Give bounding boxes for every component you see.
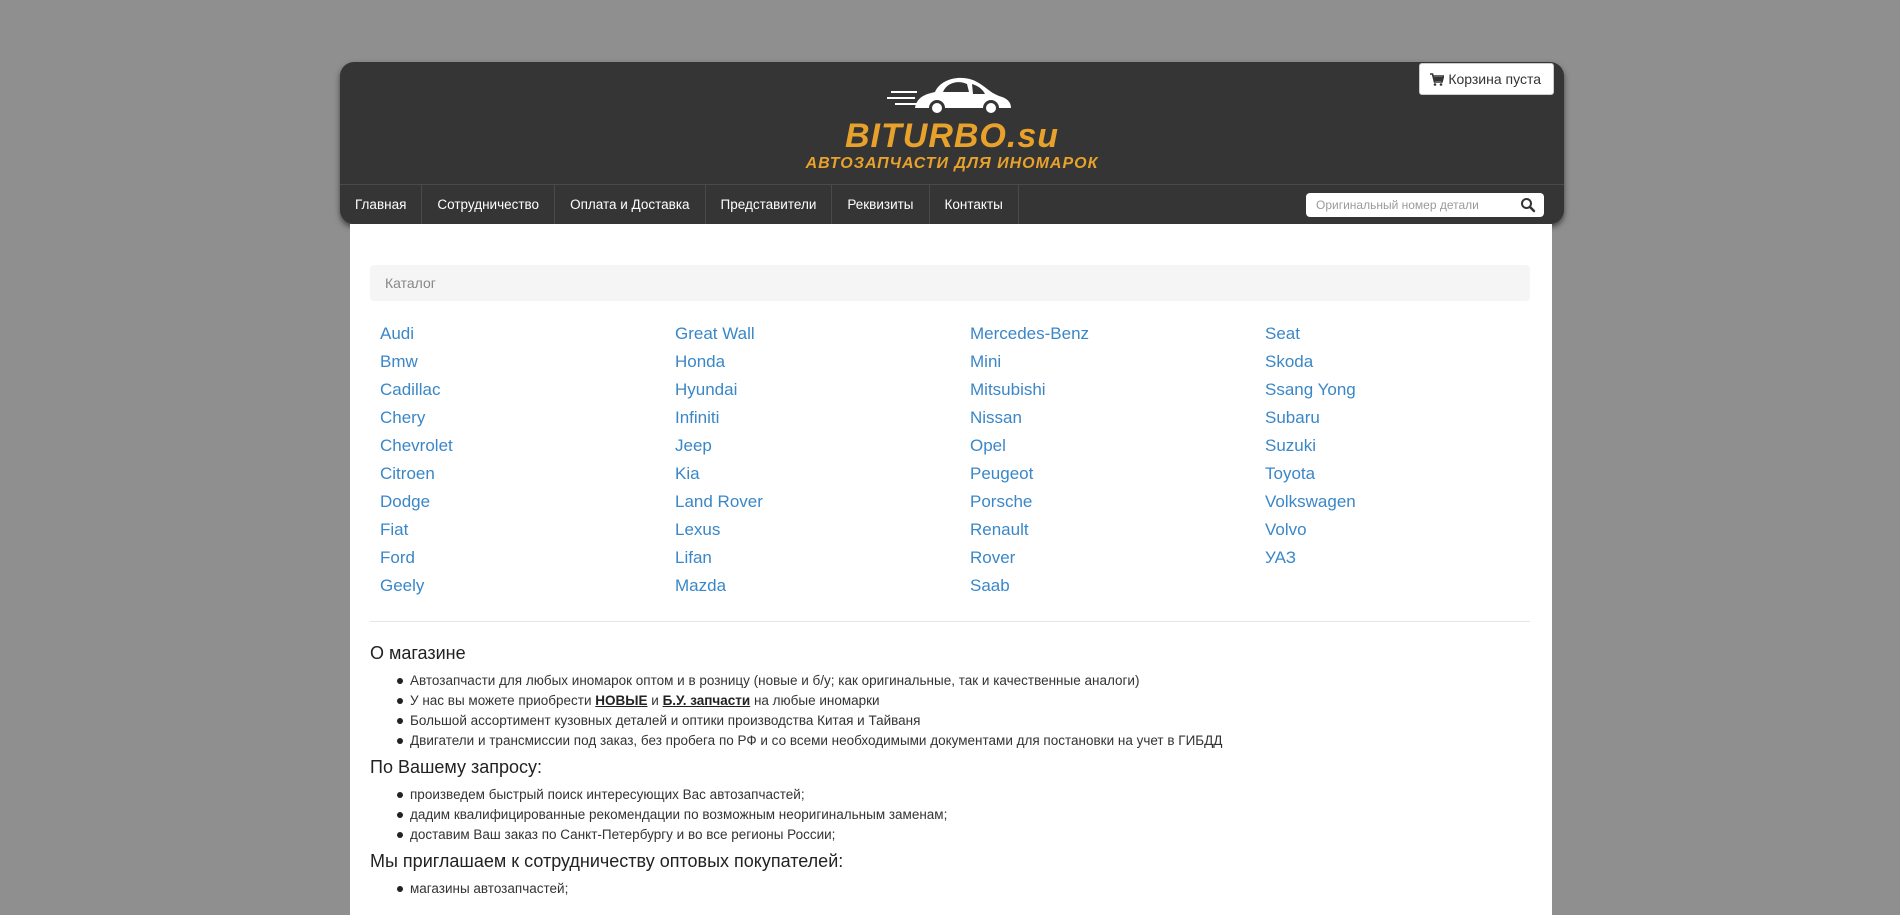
nav-item-cooperation[interactable]: Сотрудничество <box>422 185 556 225</box>
brand-link[interactable]: Ford <box>380 544 675 572</box>
brand-link[interactable]: Lexus <box>675 516 970 544</box>
list-item: Большой ассортимент кузовных деталей и о… <box>397 711 1530 731</box>
offer-middle: и <box>647 693 663 708</box>
logo-title: BITURBO.su <box>845 117 1059 155</box>
about-title: О магазине <box>370 643 466 663</box>
search-icon[interactable] <box>1520 197 1536 213</box>
part-search <box>1306 193 1544 217</box>
offer-prefix: У нас вы можете приобрести <box>410 693 596 708</box>
divider <box>370 621 1530 622</box>
brand-link[interactable]: Great Wall <box>675 320 970 348</box>
brand-link[interactable]: Skoda <box>1265 348 1560 376</box>
about-section: О магазине Автозапчасти для любых иномар… <box>370 641 1530 903</box>
brand-link[interactable]: Audi <box>380 320 675 348</box>
site-logo[interactable]: BITURBO.su АВТОЗАПЧАСТИ ДЛЯ ИНОМАРОК <box>340 70 1564 174</box>
brand-link[interactable]: Lifan <box>675 544 970 572</box>
shopping-cart-icon <box>1430 72 1445 86</box>
brand-link[interactable]: Opel <box>970 432 1265 460</box>
brand-link[interactable]: Volkswagen <box>1265 488 1560 516</box>
brand-link[interactable]: УАЗ <box>1265 544 1560 572</box>
list-item: дадим квалифицированные рекомендации по … <box>397 805 1530 825</box>
brand-link[interactable]: Renault <box>970 516 1265 544</box>
brand-link[interactable]: Seat <box>1265 320 1560 348</box>
request-title: По Вашему запросу: <box>370 757 543 777</box>
nav-item-home[interactable]: Главная <box>340 185 423 225</box>
part-number-search-input[interactable] <box>1306 198 1516 212</box>
logo-subtitle: АВТОЗАПЧАСТИ ДЛЯ ИНОМАРОК <box>805 155 1099 172</box>
brand-link[interactable]: Chevrolet <box>380 432 675 460</box>
brand-link[interactable]: Chery <box>380 404 675 432</box>
site-header: BITURBO.su АВТОЗАПЧАСТИ ДЛЯ ИНОМАРОК Кор… <box>340 62 1564 225</box>
brand-link[interactable]: Kia <box>675 460 970 488</box>
list-item: Автозапчасти для любых иномарок оптом и … <box>397 671 1530 691</box>
brand-link[interactable]: Fiat <box>380 516 675 544</box>
brand-link[interactable]: Dodge <box>380 488 675 516</box>
brand-link[interactable]: Cadillac <box>380 376 675 404</box>
brand-link[interactable]: Jeep <box>675 432 970 460</box>
nav-item-representatives[interactable]: Представители <box>706 185 833 225</box>
brand-link[interactable]: Mini <box>970 348 1265 376</box>
page: BITURBO.su АВТОЗАПЧАСТИ ДЛЯ ИНОМАРОК Кор… <box>340 0 1564 915</box>
brand-link[interactable]: Peugeot <box>970 460 1265 488</box>
brand-link[interactable]: Bmw <box>380 348 675 376</box>
nav-item-contacts[interactable]: Контакты <box>930 185 1019 225</box>
brand-link[interactable]: Geely <box>380 572 675 600</box>
car-logo-icon <box>887 77 1011 116</box>
list-item: произведем быстрый поиск интересующих Ва… <box>397 785 1530 805</box>
brand-catalog-list: Audi Bmw Cadillac Chery Chevrolet Citroen Dodg… <box>380 320 1560 600</box>
list-item: доставим Ваш заказ по Санкт-Петербургу и… <box>397 825 1530 845</box>
new-parts-link[interactable]: НОВЫЕ <box>595 693 647 708</box>
used-parts-link[interactable]: Б.У. запчасти <box>663 693 751 708</box>
main-nav: Главная Сотрудничество Оплата и Доставка… <box>340 184 1564 225</box>
brand-link[interactable]: Toyota <box>1265 460 1560 488</box>
list-item-offer: У нас вы можете приобрести НОВЫЕ и Б.У. … <box>397 691 1530 711</box>
brand-link[interactable]: Suzuki <box>1265 432 1560 460</box>
cart-button[interactable]: Корзина пуста <box>1419 63 1554 95</box>
breadcrumb: Каталог <box>370 265 1530 301</box>
nav-item-requisites[interactable]: Реквизиты <box>832 185 930 225</box>
main-content: Каталог Audi Bmw Cadillac Chery Chevrolet Cit… <box>350 224 1552 915</box>
wholesale-list: магазины автозапчастей; <box>370 879 1530 899</box>
brand-link[interactable]: Nissan <box>970 404 1265 432</box>
brand-link[interactable]: Hyundai <box>675 376 970 404</box>
brand-link[interactable]: Mitsubishi <box>970 376 1265 404</box>
request-list: произведем быстрый поиск интересующих Ва… <box>370 785 1530 845</box>
offer-suffix: на любые иномарки <box>750 693 880 708</box>
cart-label: Корзина пуста <box>1448 71 1541 87</box>
brand-link[interactable]: Mazda <box>675 572 970 600</box>
wholesale-title: Мы приглашаем к сотрудничеству оптовых п… <box>370 851 844 871</box>
brand-link[interactable]: Ssang Yong <box>1265 376 1560 404</box>
brand-link[interactable]: Subaru <box>1265 404 1560 432</box>
brand-link[interactable]: Rover <box>970 544 1265 572</box>
brand-link[interactable]: Mercedes-Benz <box>970 320 1265 348</box>
list-item: магазины автозапчастей; <box>397 879 1530 899</box>
brand-link[interactable]: Citroen <box>380 460 675 488</box>
list-item: Двигатели и трансмиссии под заказ, без п… <box>397 731 1530 751</box>
brand-link[interactable]: Infiniti <box>675 404 970 432</box>
brand-link[interactable]: Porsche <box>970 488 1265 516</box>
brand-link[interactable]: Volvo <box>1265 516 1560 544</box>
about-list: Автозапчасти для любых иномарок оптом и … <box>370 671 1530 751</box>
nav-item-payment-delivery[interactable]: Оплата и Доставка <box>555 185 706 225</box>
brand-link[interactable]: Saab <box>970 572 1265 600</box>
brand-link[interactable]: Honda <box>675 348 970 376</box>
brand-link[interactable]: Land Rover <box>675 488 970 516</box>
